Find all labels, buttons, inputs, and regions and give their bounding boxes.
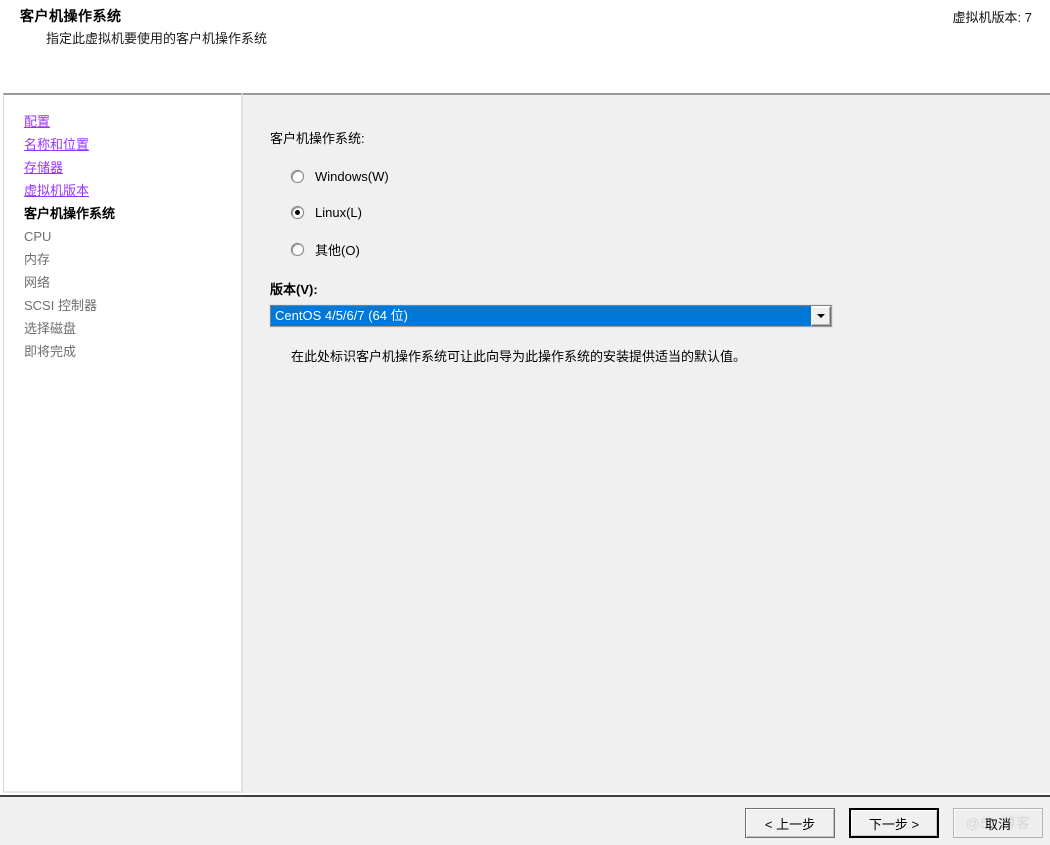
wizard-button-row: < 上一步 下一步 > @51 博客 取消	[745, 808, 1043, 838]
sidebar-item-name-location[interactable]: 名称和位置	[24, 133, 234, 156]
sidebar-item-memory: 内存	[24, 252, 51, 267]
wizard-steps-list: 配置 名称和位置 存储器 虚拟机版本 客户机操作系统 CPU 内存 网络 SCS…	[24, 110, 234, 363]
radio-windows-label: Windows(W)	[315, 168, 389, 184]
back-button[interactable]: < 上一步	[745, 808, 835, 838]
next-button[interactable]: 下一步 >	[849, 808, 939, 838]
guest-os-hint-text: 在此处标识客户机操作系统可让此向导为此操作系统的安装提供适当的默认值。	[291, 349, 747, 364]
sidebar-item-ready-complete: 即将完成	[24, 344, 77, 359]
radio-other-icon[interactable]	[291, 242, 304, 256]
os-version-dropdown-button[interactable]	[811, 306, 831, 326]
wizard-steps-sidebar: 配置 名称和位置 存储器 虚拟机版本 客户机操作系统 CPU 内存 网络 SCS…	[3, 93, 243, 793]
page-title: 客户机操作系统	[20, 8, 122, 24]
radio-linux-label: Linux(L)	[315, 204, 362, 220]
cancel-button-label: 取消	[984, 816, 1011, 832]
sidebar-item-cpu: CPU	[24, 229, 52, 244]
wizard-footer: < 上一步 下一步 > @51 博客 取消	[0, 795, 1050, 845]
radio-option-other[interactable]: 其他(O)	[291, 240, 360, 258]
next-button-label: 下一步 >	[868, 816, 920, 832]
radio-other-label: 其他(O)	[315, 242, 360, 258]
sidebar-item-vm-version[interactable]: 虚拟机版本	[24, 179, 234, 202]
sidebar-item-storage[interactable]: 存储器	[24, 156, 234, 179]
sidebar-item-guest-os[interactable]: 客户机操作系统	[24, 202, 234, 225]
sidebar-item-network: 网络	[24, 275, 51, 290]
os-version-selected-value[interactable]: CentOS 4/5/6/7 (64 位)	[271, 306, 811, 326]
wizard-header: 客户机操作系统 指定此虚拟机要使用的客户机操作系统 虚拟机版本: 7	[0, 0, 1050, 88]
radio-option-linux[interactable]: Linux(L)	[291, 203, 362, 221]
sidebar-item-configuration[interactable]: 配置	[24, 110, 234, 133]
wizard-content-panel: 客户机操作系统: Windows(W) Linux(L) 其他(O) 版本(V)…	[243, 93, 1050, 793]
chevron-down-icon	[817, 314, 825, 318]
vm-version-label: 虚拟机版本: 7	[952, 10, 1032, 25]
guest-os-group-label: 客户机操作系统:	[270, 131, 365, 146]
back-button-label: < 上一步	[764, 816, 816, 832]
page-subtitle: 指定此虚拟机要使用的客户机操作系统	[46, 31, 268, 46]
os-version-dropdown[interactable]: CentOS 4/5/6/7 (64 位)	[270, 305, 832, 327]
version-field-label: 版本(V):	[270, 282, 318, 297]
sidebar-item-select-disk: 选择磁盘	[24, 321, 77, 336]
radio-option-windows[interactable]: Windows(W)	[291, 167, 389, 185]
radio-linux-icon[interactable]	[291, 205, 304, 219]
sidebar-item-scsi-controller: SCSI 控制器	[24, 298, 97, 313]
guest-os-form: 客户机操作系统: Windows(W) Linux(L) 其他(O) 版本(V)…	[243, 95, 1050, 793]
cancel-button[interactable]: @51 博客 取消	[953, 808, 1043, 838]
radio-windows-icon[interactable]	[291, 169, 304, 183]
